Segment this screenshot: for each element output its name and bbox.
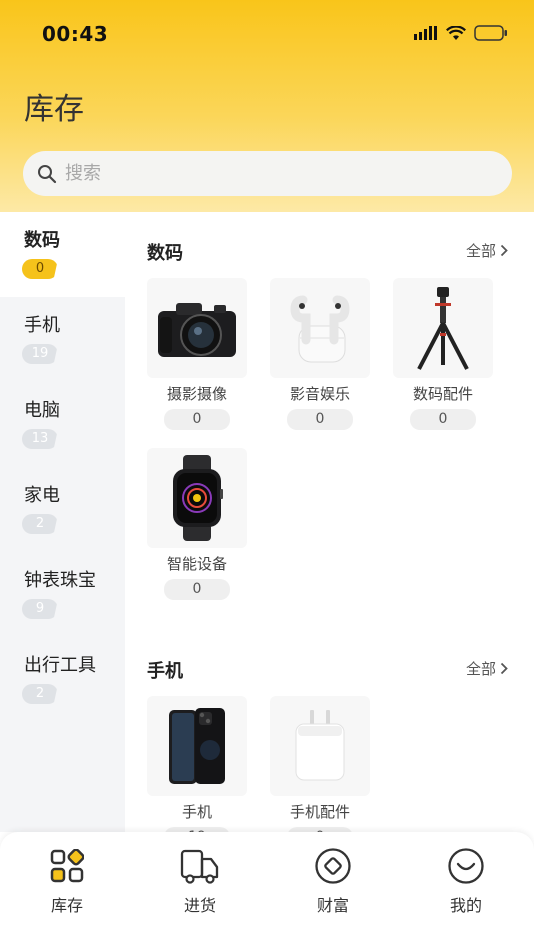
sidebar-item-computers[interactable]: 电脑 13 <box>0 382 125 467</box>
sidebar-item-label: 电脑 <box>24 400 60 421</box>
tab-inventory[interactable]: 库存 <box>22 846 112 916</box>
header: 00:43 库存 <box>0 0 534 212</box>
camera-icon <box>147 278 247 378</box>
product-name: 手机 <box>181 803 212 821</box>
grid-icon <box>22 846 112 886</box>
product-card[interactable]: 数码配件 0 <box>393 278 493 430</box>
sidebar-item-count: 2 <box>22 514 58 534</box>
chevron-right-icon <box>500 244 508 257</box>
section-title: 数码 <box>147 243 183 264</box>
smile-icon <box>421 846 511 886</box>
truck-icon <box>155 846 245 886</box>
sidebar-item-count: 9 <box>22 599 58 619</box>
sidebar-item-count: 2 <box>22 684 58 704</box>
product-count: 0 <box>164 409 230 430</box>
tab-label: 我的 <box>449 896 482 915</box>
see-all-label: 全部 <box>465 660 496 678</box>
section-title: 手机 <box>147 661 183 682</box>
phone-icon <box>147 696 247 796</box>
sidebar-item-count: 19 <box>22 344 58 364</box>
tab-restock[interactable]: 进货 <box>155 846 245 916</box>
tab-label: 进货 <box>183 896 216 915</box>
signal-icon <box>414 26 437 40</box>
earbuds-icon <box>270 278 370 378</box>
product-count: 0 <box>410 409 476 430</box>
search-input[interactable] <box>65 163 465 184</box>
sidebar-item-travel-tools[interactable]: 出行工具 2 <box>0 637 125 722</box>
tripod-icon <box>393 278 493 378</box>
sidebar-item-digital[interactable]: 数码 0 <box>0 212 125 297</box>
status-time: 00:43 <box>42 22 109 46</box>
tab-label: 财富 <box>316 896 349 915</box>
tab-wealth[interactable]: 财富 <box>288 846 378 916</box>
product-name: 智能设备 <box>166 555 227 573</box>
see-all-label: 全部 <box>465 242 496 260</box>
sidebar-item-label: 钟表珠宝 <box>24 570 96 591</box>
category-sidebar: 数码 0 手机 19 电脑 13 家电 2 钟表珠宝 9 出行工具 2 <box>0 212 125 832</box>
diamond-icon <box>288 846 378 886</box>
product-card[interactable]: 手机配件 0 <box>270 696 370 832</box>
status-bar: 00:43 <box>0 0 534 70</box>
wifi-icon <box>446 25 466 40</box>
see-all-link[interactable]: 全部 <box>466 240 508 261</box>
sidebar-item-count: 13 <box>22 429 58 449</box>
product-name: 摄影摄像 <box>166 385 227 403</box>
product-name: 影音娱乐 <box>289 385 350 403</box>
charger-icon <box>270 696 370 796</box>
chevron-right-icon <box>500 662 508 675</box>
sidebar-item-watches-jewelry[interactable]: 钟表珠宝 9 <box>0 552 125 637</box>
product-count: 0 <box>164 579 230 600</box>
smartwatch-icon <box>147 448 247 548</box>
status-icons <box>414 25 508 41</box>
product-card[interactable]: 摄影摄像 0 <box>147 278 247 430</box>
category-content: 数码 全部 摄影摄像 0 影音娱乐 0 数码配件 0 智能设备 0 手机 全部 … <box>125 212 534 832</box>
product-name: 数码配件 <box>412 385 473 403</box>
product-name: 手机配件 <box>289 803 350 821</box>
search-icon <box>38 164 57 183</box>
sidebar-item-label: 数码 <box>24 230 60 251</box>
product-count: 0 <box>287 409 353 430</box>
sidebar-item-appliances[interactable]: 家电 2 <box>0 467 125 552</box>
product-card[interactable]: 手机 19 <box>147 696 247 832</box>
bottom-tab-bar: 库存 进货 财富 我的 <box>0 832 534 950</box>
sidebar-item-label: 家电 <box>24 485 60 506</box>
page-title: 库存 <box>24 92 84 127</box>
tab-mine[interactable]: 我的 <box>421 846 511 916</box>
tab-label: 库存 <box>50 896 83 915</box>
sidebar-item-phones[interactable]: 手机 19 <box>0 297 125 382</box>
sidebar-item-label: 出行工具 <box>24 655 96 676</box>
see-all-link[interactable]: 全部 <box>466 658 508 679</box>
battery-icon <box>474 25 507 41</box>
product-card[interactable]: 影音娱乐 0 <box>270 278 370 430</box>
product-card[interactable]: 智能设备 0 <box>147 448 247 600</box>
sidebar-item-label: 手机 <box>24 315 60 336</box>
sidebar-item-count: 0 <box>22 259 58 279</box>
search-bar[interactable] <box>23 151 512 196</box>
